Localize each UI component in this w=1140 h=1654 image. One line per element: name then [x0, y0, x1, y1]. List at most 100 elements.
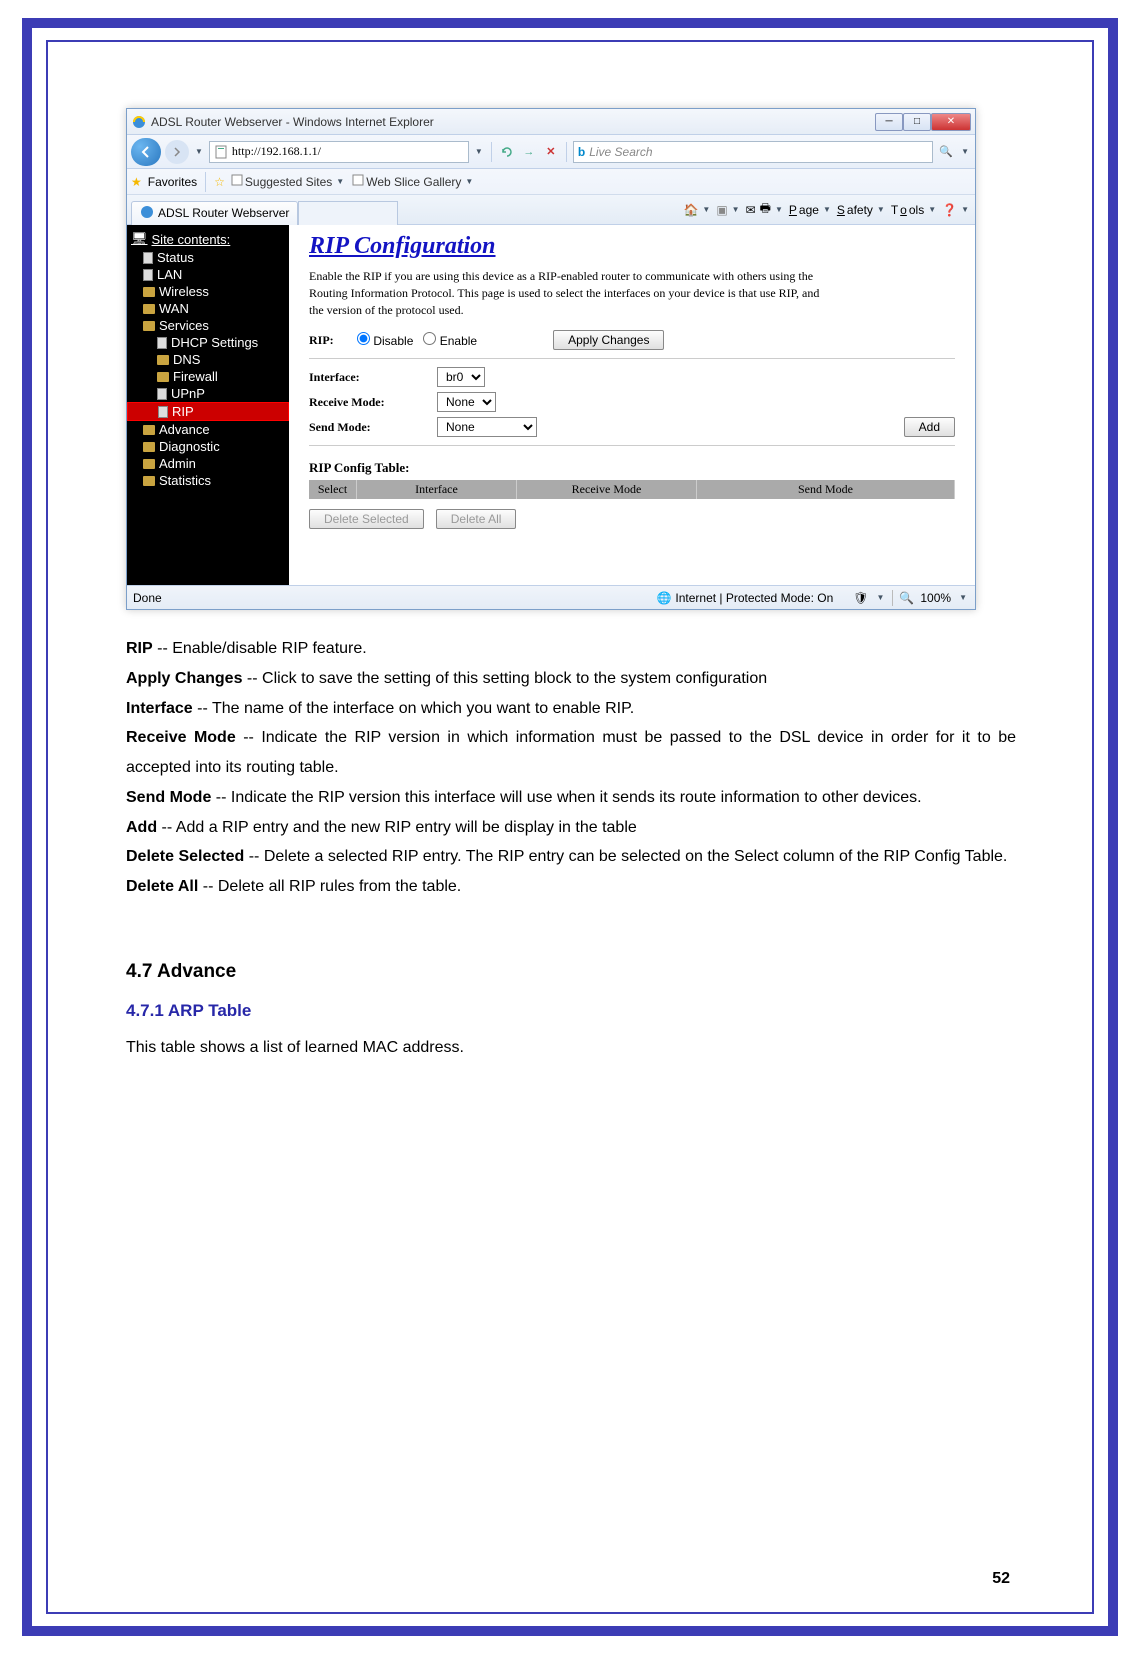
ie-icon [131, 114, 147, 130]
sidebar-item-firewall[interactable]: Firewall [127, 368, 289, 385]
sidebar-item-dhcp[interactable]: DHCP Settings [127, 334, 289, 351]
status-right: 🛡▼ 🔍 100% ▼ [853, 590, 969, 606]
sidebar-item-advance[interactable]: Advance [127, 421, 289, 438]
new-tab-area[interactable] [298, 201, 398, 225]
def-delsel: -- Delete a selected RIP entry. The RIP … [244, 848, 1007, 865]
table-title: RIP Config Table: [309, 460, 955, 476]
folder-icon [143, 321, 155, 331]
sidebar-item-label: Admin [159, 456, 196, 471]
print-icon: 🖶 [760, 199, 771, 220]
close-button[interactable]: ✕ [931, 113, 971, 131]
search-button-icon[interactable]: 🔍 [937, 143, 955, 161]
sidebar-item-label: Wireless [159, 284, 209, 299]
sidebar-item-label: UPnP [171, 386, 205, 401]
file-icon [158, 406, 168, 418]
refresh-icon[interactable] [498, 143, 516, 161]
sidebar-header: 🖥 Site contents: [127, 229, 289, 249]
section-header: 4.7 Advance [126, 954, 1016, 989]
sidebar-item-admin[interactable]: Admin [127, 455, 289, 472]
rip-disable-radio[interactable]: Disable [357, 332, 413, 348]
sidebar-item-label: DHCP Settings [171, 335, 258, 350]
page-title: RIP Configuration [309, 233, 955, 260]
def-rip: -- Enable/disable RIP feature. [153, 640, 367, 657]
tools-menu[interactable]: Tools▼ [891, 203, 938, 217]
sidebar-item-wireless[interactable]: Wireless [127, 283, 289, 300]
file-icon [143, 252, 153, 264]
folder-icon [143, 442, 155, 452]
address-dropdown-icon[interactable]: ▼ [475, 147, 483, 156]
sidebar-item-wan[interactable]: WAN [127, 300, 289, 317]
browser-tab[interactable]: ADSL Router Webserver [131, 201, 298, 225]
forward-button[interactable] [165, 140, 189, 164]
zone-label: Internet | Protected Mode: On [675, 591, 833, 605]
sidebar-item-label: Advance [159, 422, 210, 437]
document-text: RIP -- Enable/disable RIP feature. Apply… [126, 634, 1016, 1062]
send-mode-select[interactable]: None [437, 417, 537, 437]
apply-changes-button[interactable]: Apply Changes [553, 330, 664, 350]
sidebar-item-dns[interactable]: DNS [127, 351, 289, 368]
mail-icon: ✉ [746, 203, 756, 217]
go-icon[interactable]: → [520, 143, 538, 161]
minimize-button[interactable]: ─ [875, 113, 903, 131]
maximize-button[interactable]: □ [903, 113, 931, 131]
add-button[interactable]: Add [904, 417, 955, 437]
feeds-button[interactable]: ▣▼ [716, 203, 741, 217]
back-button[interactable] [131, 138, 161, 166]
th-select: Select [309, 480, 357, 499]
zoom-dropdown-icon[interactable]: ▼ [959, 593, 967, 602]
folder-icon [157, 355, 169, 365]
delete-all-button[interactable]: Delete All [436, 509, 517, 529]
nav-dropdown-icon[interactable]: ▼ [195, 147, 203, 156]
search-dropdown-icon[interactable]: ▼ [961, 147, 969, 156]
sidebar: 🖥 Site contents: Status LAN Wireless WAN… [127, 225, 289, 585]
def-delall: -- Delete all RIP rules from the table. [198, 878, 461, 895]
home-icon: 🏠 [683, 203, 698, 217]
suggested-sites-link[interactable]: Suggested Sites ▼ [231, 174, 346, 189]
interface-select[interactable]: br0 [437, 367, 485, 387]
stop-icon[interactable]: ✕ [542, 143, 560, 161]
protected-mode-icon[interactable]: 🛡 [853, 591, 868, 605]
home-button[interactable]: 🏠▼ [683, 203, 712, 217]
rip-label: RIP: [309, 333, 349, 348]
favorites-star-icon[interactable]: ★ [131, 175, 142, 189]
sidebar-item-upnp[interactable]: UPnP [127, 385, 289, 402]
delete-selected-button[interactable]: Delete Selected [309, 509, 424, 529]
folder-icon [143, 459, 155, 469]
file-icon [157, 337, 167, 349]
separator [566, 142, 567, 162]
mail-button[interactable]: ✉ [746, 203, 756, 217]
internet-zone-icon: 🌐 [656, 591, 671, 605]
window-buttons: ─ □ ✕ [875, 113, 971, 131]
rip-enable-row: RIP: Disable Enable Apply Changes [309, 330, 955, 350]
print-button[interactable]: 🖶▼ [760, 199, 785, 220]
sidebar-item-services[interactable]: Services [127, 317, 289, 334]
status-text: Done [133, 591, 162, 605]
folder-icon [143, 287, 155, 297]
file-icon [143, 269, 153, 281]
search-bar[interactable]: b Live Search [573, 141, 933, 163]
page-menu[interactable]: Page▼ [789, 203, 833, 217]
help-button[interactable]: ❓▼ [942, 203, 971, 217]
sidebar-item-status[interactable]: Status [127, 249, 289, 266]
def-interface: -- The name of the interface on which yo… [193, 700, 634, 717]
def-receive: -- Indicate the RIP version in which inf… [126, 729, 1016, 776]
sidebar-item-label: LAN [157, 267, 182, 282]
sidebar-item-diagnostic[interactable]: Diagnostic [127, 438, 289, 455]
favorites-label: Favorites [148, 175, 197, 189]
receive-mode-label: Receive Mode: [309, 395, 429, 410]
search-placeholder: Live Search [589, 145, 652, 159]
sidebar-item-statistics[interactable]: Statistics [127, 472, 289, 489]
interface-label: Interface: [309, 370, 429, 385]
address-bar[interactable]: http://192.168.1.1/ [209, 141, 469, 163]
receive-mode-select[interactable]: None [437, 392, 496, 412]
sidebar-item-rip[interactable]: RIP [127, 402, 289, 421]
browser-window: ADSL Router Webserver - Windows Internet… [126, 108, 976, 610]
rip-enable-radio[interactable]: Enable [423, 332, 477, 348]
separator [309, 445, 955, 446]
safety-menu[interactable]: Safety▼ [837, 203, 887, 217]
folder-icon [157, 372, 169, 382]
sidebar-item-label: RIP [172, 404, 194, 419]
sidebar-item-lan[interactable]: LAN [127, 266, 289, 283]
web-slice-link[interactable]: Web Slice Gallery ▼ [352, 174, 475, 189]
zoom-icon[interactable]: 🔍 [899, 591, 914, 605]
